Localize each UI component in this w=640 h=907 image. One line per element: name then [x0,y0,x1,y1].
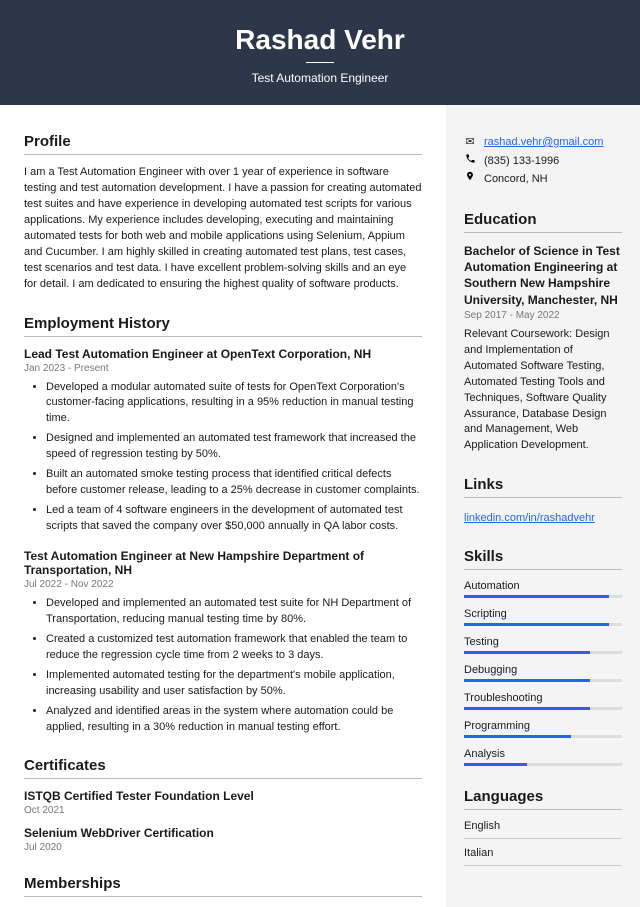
education-degree: Bachelor of Science in Test Automation E… [464,243,622,308]
person-title: Test Automation Engineer [0,71,640,85]
main-column: Profile I am a Test Automation Engineer … [0,105,446,907]
skills-heading: Skills [464,548,622,570]
phone-text: (835) 133-1996 [484,152,559,171]
email-link[interactable]: rashad.vehr@gmail.com [484,133,603,152]
job-bullet: Built an automated smoke testing process… [46,467,422,499]
skill-name: Testing [464,636,622,648]
skill-item: Debugging [464,664,622,682]
skill-fill [464,623,609,626]
phone-icon [464,152,476,171]
employment-heading: Employment History [24,315,422,337]
skill-bar [464,735,622,738]
job-date: Jan 2023 - Present [24,363,422,374]
profile-text: I am a Test Automation Engineer with ove… [24,165,422,293]
links-heading: Links [464,476,622,498]
header-divider [306,62,334,63]
skill-bar [464,623,622,626]
education-text: Relevant Coursework: Design and Implemen… [464,327,622,455]
job-bullets: Developed and implemented an automated t… [24,596,422,736]
job-bullet: Implemented automated testing for the de… [46,668,422,700]
job-title: Lead Test Automation Engineer at OpenTex… [24,347,422,361]
job-bullets: Developed a modular automated suite of t… [24,380,422,535]
job-title: Test Automation Engineer at New Hampshir… [24,549,422,577]
contact-block: ✉ rashad.vehr@gmail.com (835) 133-1996 C… [464,133,622,189]
person-name: Rashad Vehr [0,24,640,56]
skill-fill [464,651,590,654]
skill-fill [464,763,527,766]
job-date: Jul 2022 - Nov 2022 [24,579,422,590]
skill-item: Scripting [464,608,622,626]
location-text: Concord, NH [484,170,548,189]
job-bullet: Analyzed and identified areas in the sys… [46,704,422,736]
skill-name: Scripting [464,608,622,620]
education-date: Sep 2017 - May 2022 [464,310,622,321]
email-icon: ✉ [464,133,476,152]
skill-item: Programming [464,720,622,738]
languages-heading: Languages [464,788,622,810]
memberships-heading: Memberships [24,875,422,897]
skill-item: Troubleshooting [464,692,622,710]
skill-fill [464,707,590,710]
skill-name: Analysis [464,748,622,760]
skill-fill [464,595,609,598]
skill-item: Automation [464,580,622,598]
skill-fill [464,679,590,682]
cert-date: Jul 2020 [24,842,422,853]
skill-name: Troubleshooting [464,692,622,704]
cert-title: Selenium WebDriver Certification [24,826,422,840]
job-bullet: Led a team of 4 software engineers in th… [46,503,422,535]
education-heading: Education [464,211,622,233]
skill-item: Testing [464,636,622,654]
resume-header: Rashad Vehr Test Automation Engineer [0,0,640,105]
cert-date: Oct 2021 [24,805,422,816]
location-icon [464,170,476,189]
skill-bar [464,763,622,766]
cert-title: ISTQB Certified Tester Foundation Level [24,789,422,803]
skill-name: Debugging [464,664,622,676]
job-bullet: Developed and implemented an automated t… [46,596,422,628]
job-bullet: Created a customized test automation fra… [46,632,422,664]
job-bullet: Designed and implemented an automated te… [46,431,422,463]
skill-name: Automation [464,580,622,592]
certificates-heading: Certificates [24,757,422,779]
skill-bar [464,707,622,710]
skill-name: Programming [464,720,622,732]
skill-item: Analysis [464,748,622,766]
job-bullet: Developed a modular automated suite of t… [46,380,422,428]
linkedin-link[interactable]: linkedin.com/in/rashadvehr [464,512,595,524]
skill-bar [464,651,622,654]
profile-heading: Profile [24,133,422,155]
skill-bar [464,595,622,598]
sidebar-column: ✉ rashad.vehr@gmail.com (835) 133-1996 C… [446,105,640,907]
skill-bar [464,679,622,682]
language-item: Italian [464,847,622,866]
skill-fill [464,735,571,738]
language-item: English [464,820,622,839]
